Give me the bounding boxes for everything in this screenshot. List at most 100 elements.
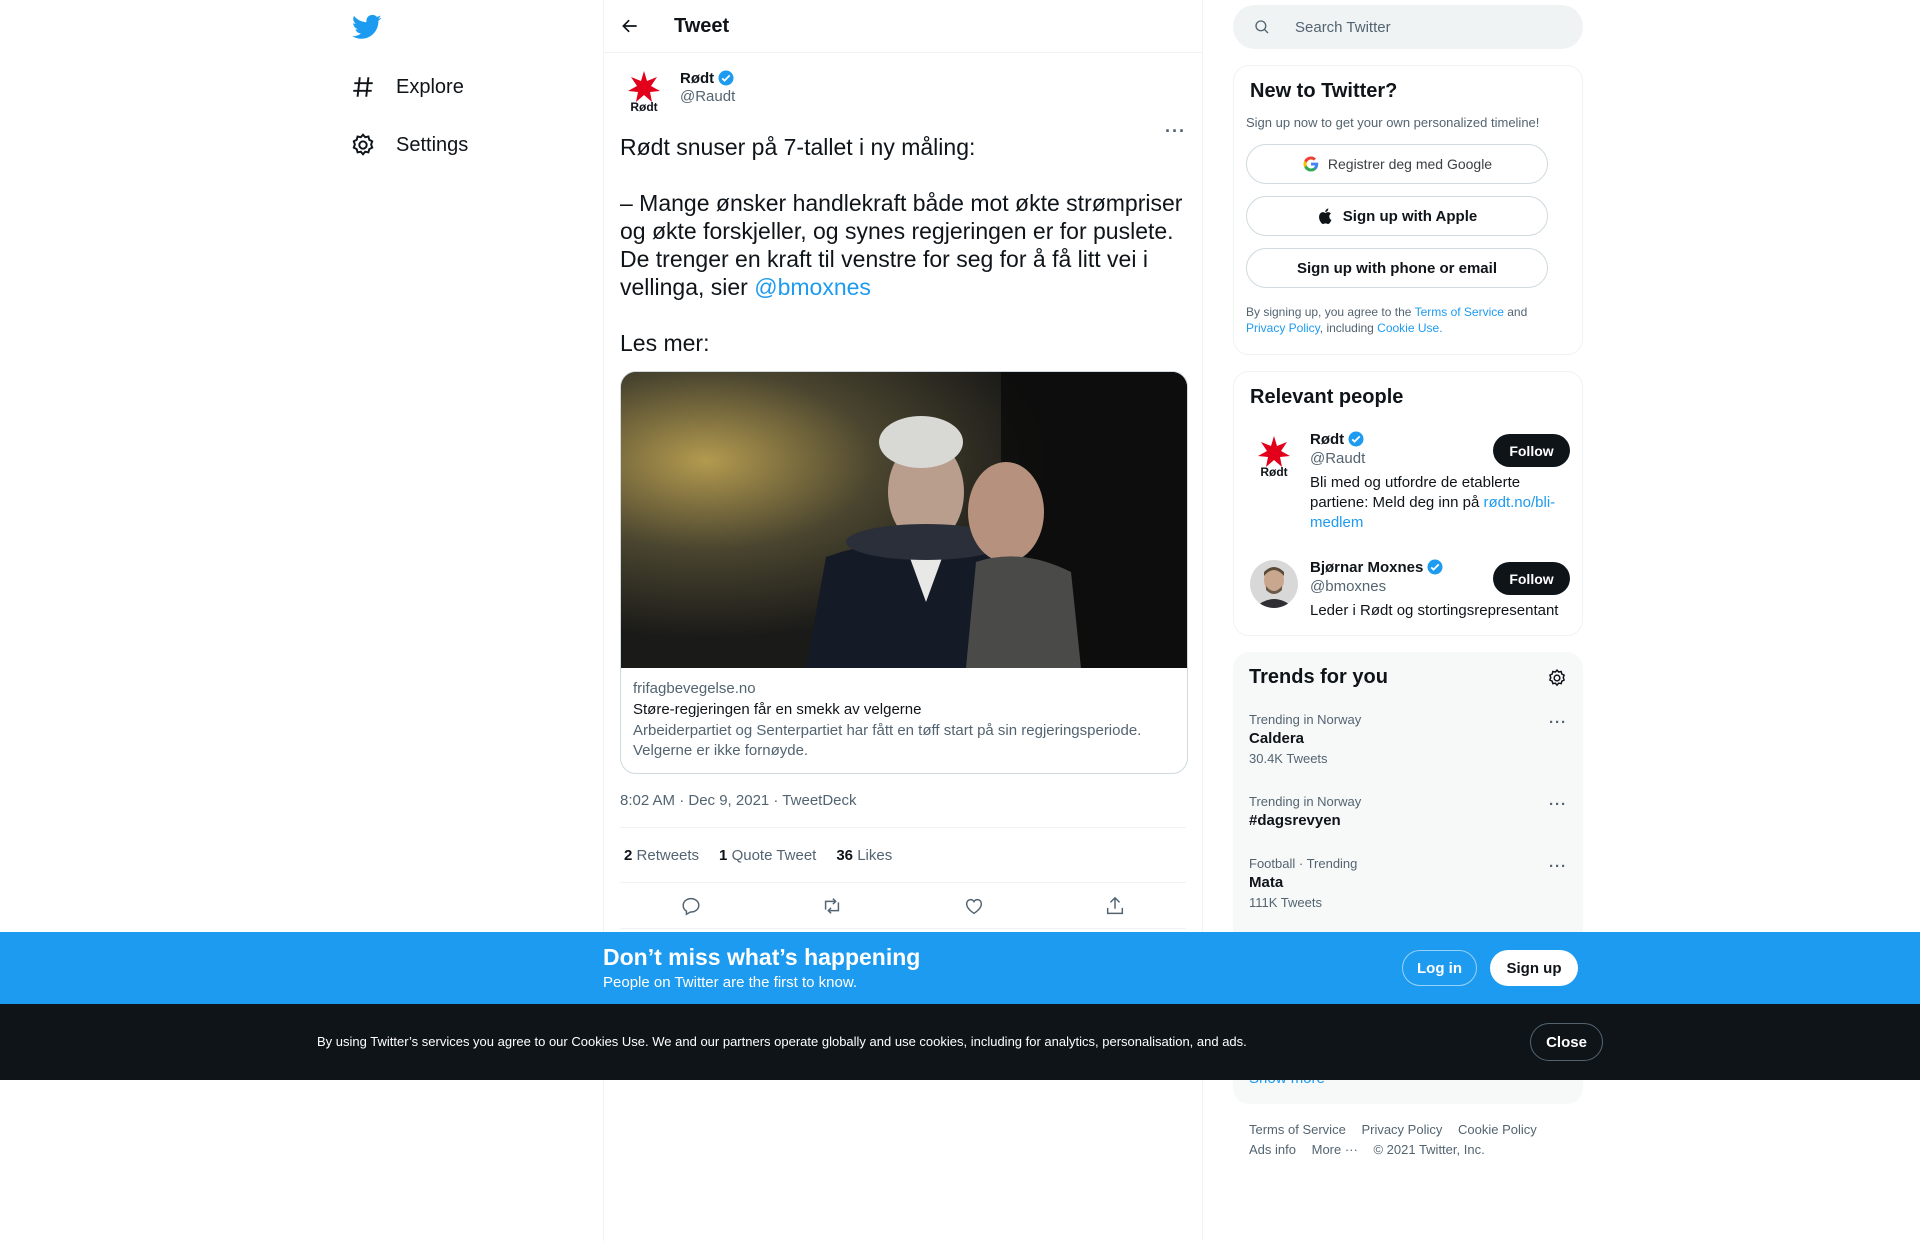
trend-meta: Trending in Norway — [1249, 794, 1362, 809]
relevant-people-panel: Relevant people Rødt Rødt @Raudt Bli med… — [1233, 371, 1583, 636]
nav-item-settings[interactable]: Settings — [350, 130, 468, 160]
tweet-author-row: Rødt Rødt @Raudt — [620, 53, 1186, 123]
footer-more-link[interactable]: More ··· — [1312, 1142, 1358, 1157]
author-name-text: Rødt — [680, 69, 715, 87]
follow-button[interactable]: Follow — [1493, 562, 1570, 595]
footer-cookie-link[interactable]: Cookie Policy — [1458, 1122, 1537, 1137]
cookie-use-link[interactable]: Cookie Use. — [1377, 321, 1442, 335]
apple-signup-label: Sign up with Apple — [1342, 207, 1478, 225]
terms-of-service-link[interactable]: Terms of Service — [1415, 305, 1504, 319]
likes-stat[interactable]: 36 Likes — [836, 847, 892, 864]
more-options-icon[interactable]: ··· — [1549, 714, 1567, 731]
search-icon — [1255, 20, 1269, 34]
quotes-label: Quote Tweet — [731, 846, 817, 864]
cookie-banner: By using Twitter’s services you agree to… — [0, 1004, 1920, 1080]
search-placeholder: Search Twitter — [1295, 18, 1391, 36]
link-card[interactable]: frifagbevegelse.no Støre-regjeringen får… — [620, 371, 1188, 774]
trend-item[interactable]: Trending in Norway #dagsrevyen ··· — [1249, 794, 1567, 829]
google-signup-button[interactable]: Registrer deg med Google — [1246, 144, 1548, 184]
likes-label: Likes — [857, 846, 893, 864]
quotes-stat[interactable]: 1 Quote Tweet — [719, 847, 816, 864]
person-name-text: Rødt — [1310, 430, 1345, 448]
tweet-actions — [620, 883, 1186, 929]
tweet-text-body: Rødt snuser på 7-tallet i ny måling: – M… — [620, 134, 1183, 300]
new-to-twitter-subtitle: Sign up now to get your own personalized… — [1246, 115, 1540, 130]
tweet: Rødt Rødt @Raudt ··· Rødt snuser på 7-ta… — [604, 53, 1202, 929]
login-bar-subtitle: People on Twitter are the first to know. — [603, 974, 858, 991]
verified-badge-icon — [718, 70, 734, 86]
card-image — [621, 372, 1187, 668]
nav-label-settings: Settings — [396, 133, 469, 156]
legal-text-1: By signing up, you agree to the — [1246, 305, 1415, 319]
person-bio: Bli med og utfordre de etablerte partien… — [1310, 473, 1570, 533]
apple-icon — [1318, 208, 1332, 224]
follow-button[interactable]: Follow — [1493, 434, 1570, 467]
login-bar-title: Don’t miss what’s happening — [603, 944, 921, 970]
trend-count: 111K Tweets — [1249, 895, 1322, 910]
phone-email-signup-button[interactable]: Sign up with phone or email — [1246, 248, 1548, 288]
card-description: Arbeiderpartiet og Senterpartiet har fåt… — [633, 722, 1142, 759]
footer-terms-link[interactable]: Terms of Service — [1249, 1122, 1346, 1137]
avatar[interactable]: Rødt — [1250, 432, 1298, 480]
mention-link[interactable]: @bmoxnes — [754, 274, 871, 300]
trends-title: Trends for you — [1249, 666, 1388, 688]
avatar[interactable] — [1250, 560, 1298, 608]
retweet-icon[interactable] — [821, 895, 843, 917]
relevant-people-title: Relevant people — [1250, 386, 1404, 408]
footer-ads-link[interactable]: Ads info — [1249, 1142, 1296, 1157]
retweets-stat[interactable]: 2 Retweets — [624, 847, 699, 864]
verified-badge-icon — [1348, 431, 1364, 447]
trend-name: #dagsrevyen — [1249, 812, 1341, 829]
privacy-policy-link[interactable]: Privacy Policy — [1246, 321, 1320, 335]
footer-copyright: © 2021 Twitter, Inc. — [1373, 1142, 1485, 1157]
person-name-text: Bjørnar Moxnes — [1310, 558, 1424, 576]
trend-item[interactable]: Trending in Norway Caldera 30.4K Tweets … — [1249, 712, 1567, 766]
quotes-count: 1 — [719, 846, 728, 864]
login-prompt-bar: Don’t miss what’s happening People on Tw… — [0, 932, 1920, 1004]
tweet-text: Rødt snuser på 7-tallet i ny måling: – M… — [620, 133, 1190, 357]
cookie-close-button[interactable]: Close — [1530, 1023, 1603, 1061]
page-title: Tweet — [674, 14, 730, 37]
new-to-twitter-panel: New to Twitter? Sign up now to get your … — [1233, 65, 1583, 355]
login-button[interactable]: Log in — [1402, 950, 1477, 986]
trend-count: 30.4K Tweets — [1249, 751, 1328, 766]
trend-meta: Football · Trending — [1249, 856, 1358, 871]
card-domain: frifagbevegelse.no — [633, 680, 756, 697]
trend-item[interactable]: Football · Trending Mata 111K Tweets ··· — [1249, 856, 1567, 910]
avatar[interactable]: Rødt — [620, 67, 668, 115]
author-name[interactable]: Rødt — [680, 69, 735, 87]
signup-legal-text: By signing up, you agree to the Terms of… — [1234, 288, 1582, 336]
footer-privacy-link[interactable]: Privacy Policy — [1361, 1122, 1442, 1137]
trend-name: Mata — [1249, 874, 1284, 891]
phone-email-signup-label: Sign up with phone or email — [1296, 259, 1497, 277]
back-arrow-icon[interactable] — [620, 16, 640, 36]
trend-meta: Trending in Norway — [1249, 712, 1362, 727]
more-options-icon[interactable]: ··· — [1165, 121, 1186, 142]
new-to-twitter-title: New to Twitter? — [1250, 80, 1398, 102]
search-input[interactable]: Search Twitter — [1233, 5, 1583, 49]
verified-badge-icon — [1427, 559, 1443, 575]
more-options-icon[interactable]: ··· — [1549, 858, 1567, 875]
nav-item-explore[interactable]: Explore — [350, 72, 464, 102]
svg-text:Rødt: Rødt — [630, 100, 657, 114]
gear-icon[interactable] — [1547, 668, 1567, 688]
apple-signup-button[interactable]: Sign up with Apple — [1246, 196, 1548, 236]
likes-count: 36 — [836, 846, 854, 864]
retweets-count: 2 — [624, 846, 633, 864]
like-icon[interactable] — [963, 895, 985, 917]
author-handle[interactable]: @Raudt — [680, 88, 735, 105]
more-options-icon[interactable]: ··· — [1549, 796, 1567, 813]
legal-text-2: and — [1503, 305, 1528, 319]
tweet-timestamp[interactable]: 8:02 AM · Dec 9, 2021 · TweetDeck — [620, 792, 1186, 828]
trend-name: Caldera — [1249, 730, 1305, 747]
share-icon[interactable] — [1104, 895, 1126, 917]
person-bio: Leder i Rødt og stortingsrepresentant — [1310, 602, 1559, 619]
reply-icon[interactable] — [680, 895, 702, 917]
signup-button[interactable]: Sign up — [1490, 950, 1578, 986]
twitter-bird-icon[interactable] — [352, 12, 382, 42]
cookie-text: By using Twitter’s services you agree to… — [317, 1034, 1247, 1049]
card-title: Støre-regjeringen får en smekk av velger… — [633, 701, 922, 718]
google-signup-label: Registrer deg med Google — [1327, 156, 1493, 172]
google-icon — [1303, 156, 1319, 172]
tweet-stats: 2 Retweets 1 Quote Tweet 36 Likes — [620, 828, 1186, 883]
